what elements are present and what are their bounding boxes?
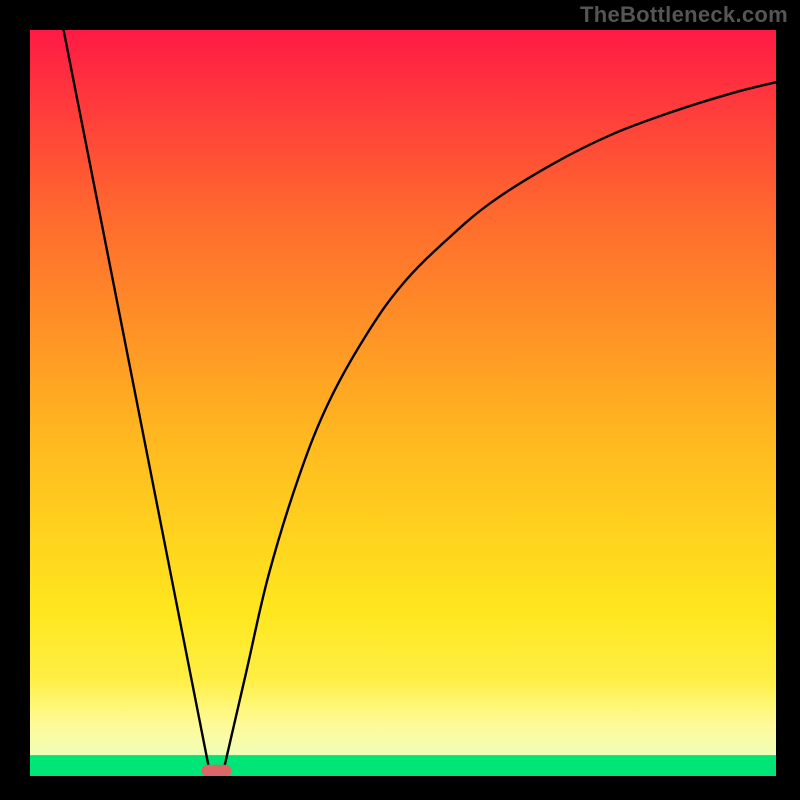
- watermark-text: TheBottleneck.com: [580, 2, 788, 28]
- chart-background-gradient: [30, 30, 776, 776]
- plot-area: [30, 30, 776, 776]
- chart-outer: TheBottleneck.com: [0, 0, 800, 800]
- chart-pale-band: [30, 679, 776, 755]
- chart-svg: [30, 30, 776, 776]
- chart-green-band: [30, 755, 776, 776]
- minimum-marker: [202, 765, 232, 776]
